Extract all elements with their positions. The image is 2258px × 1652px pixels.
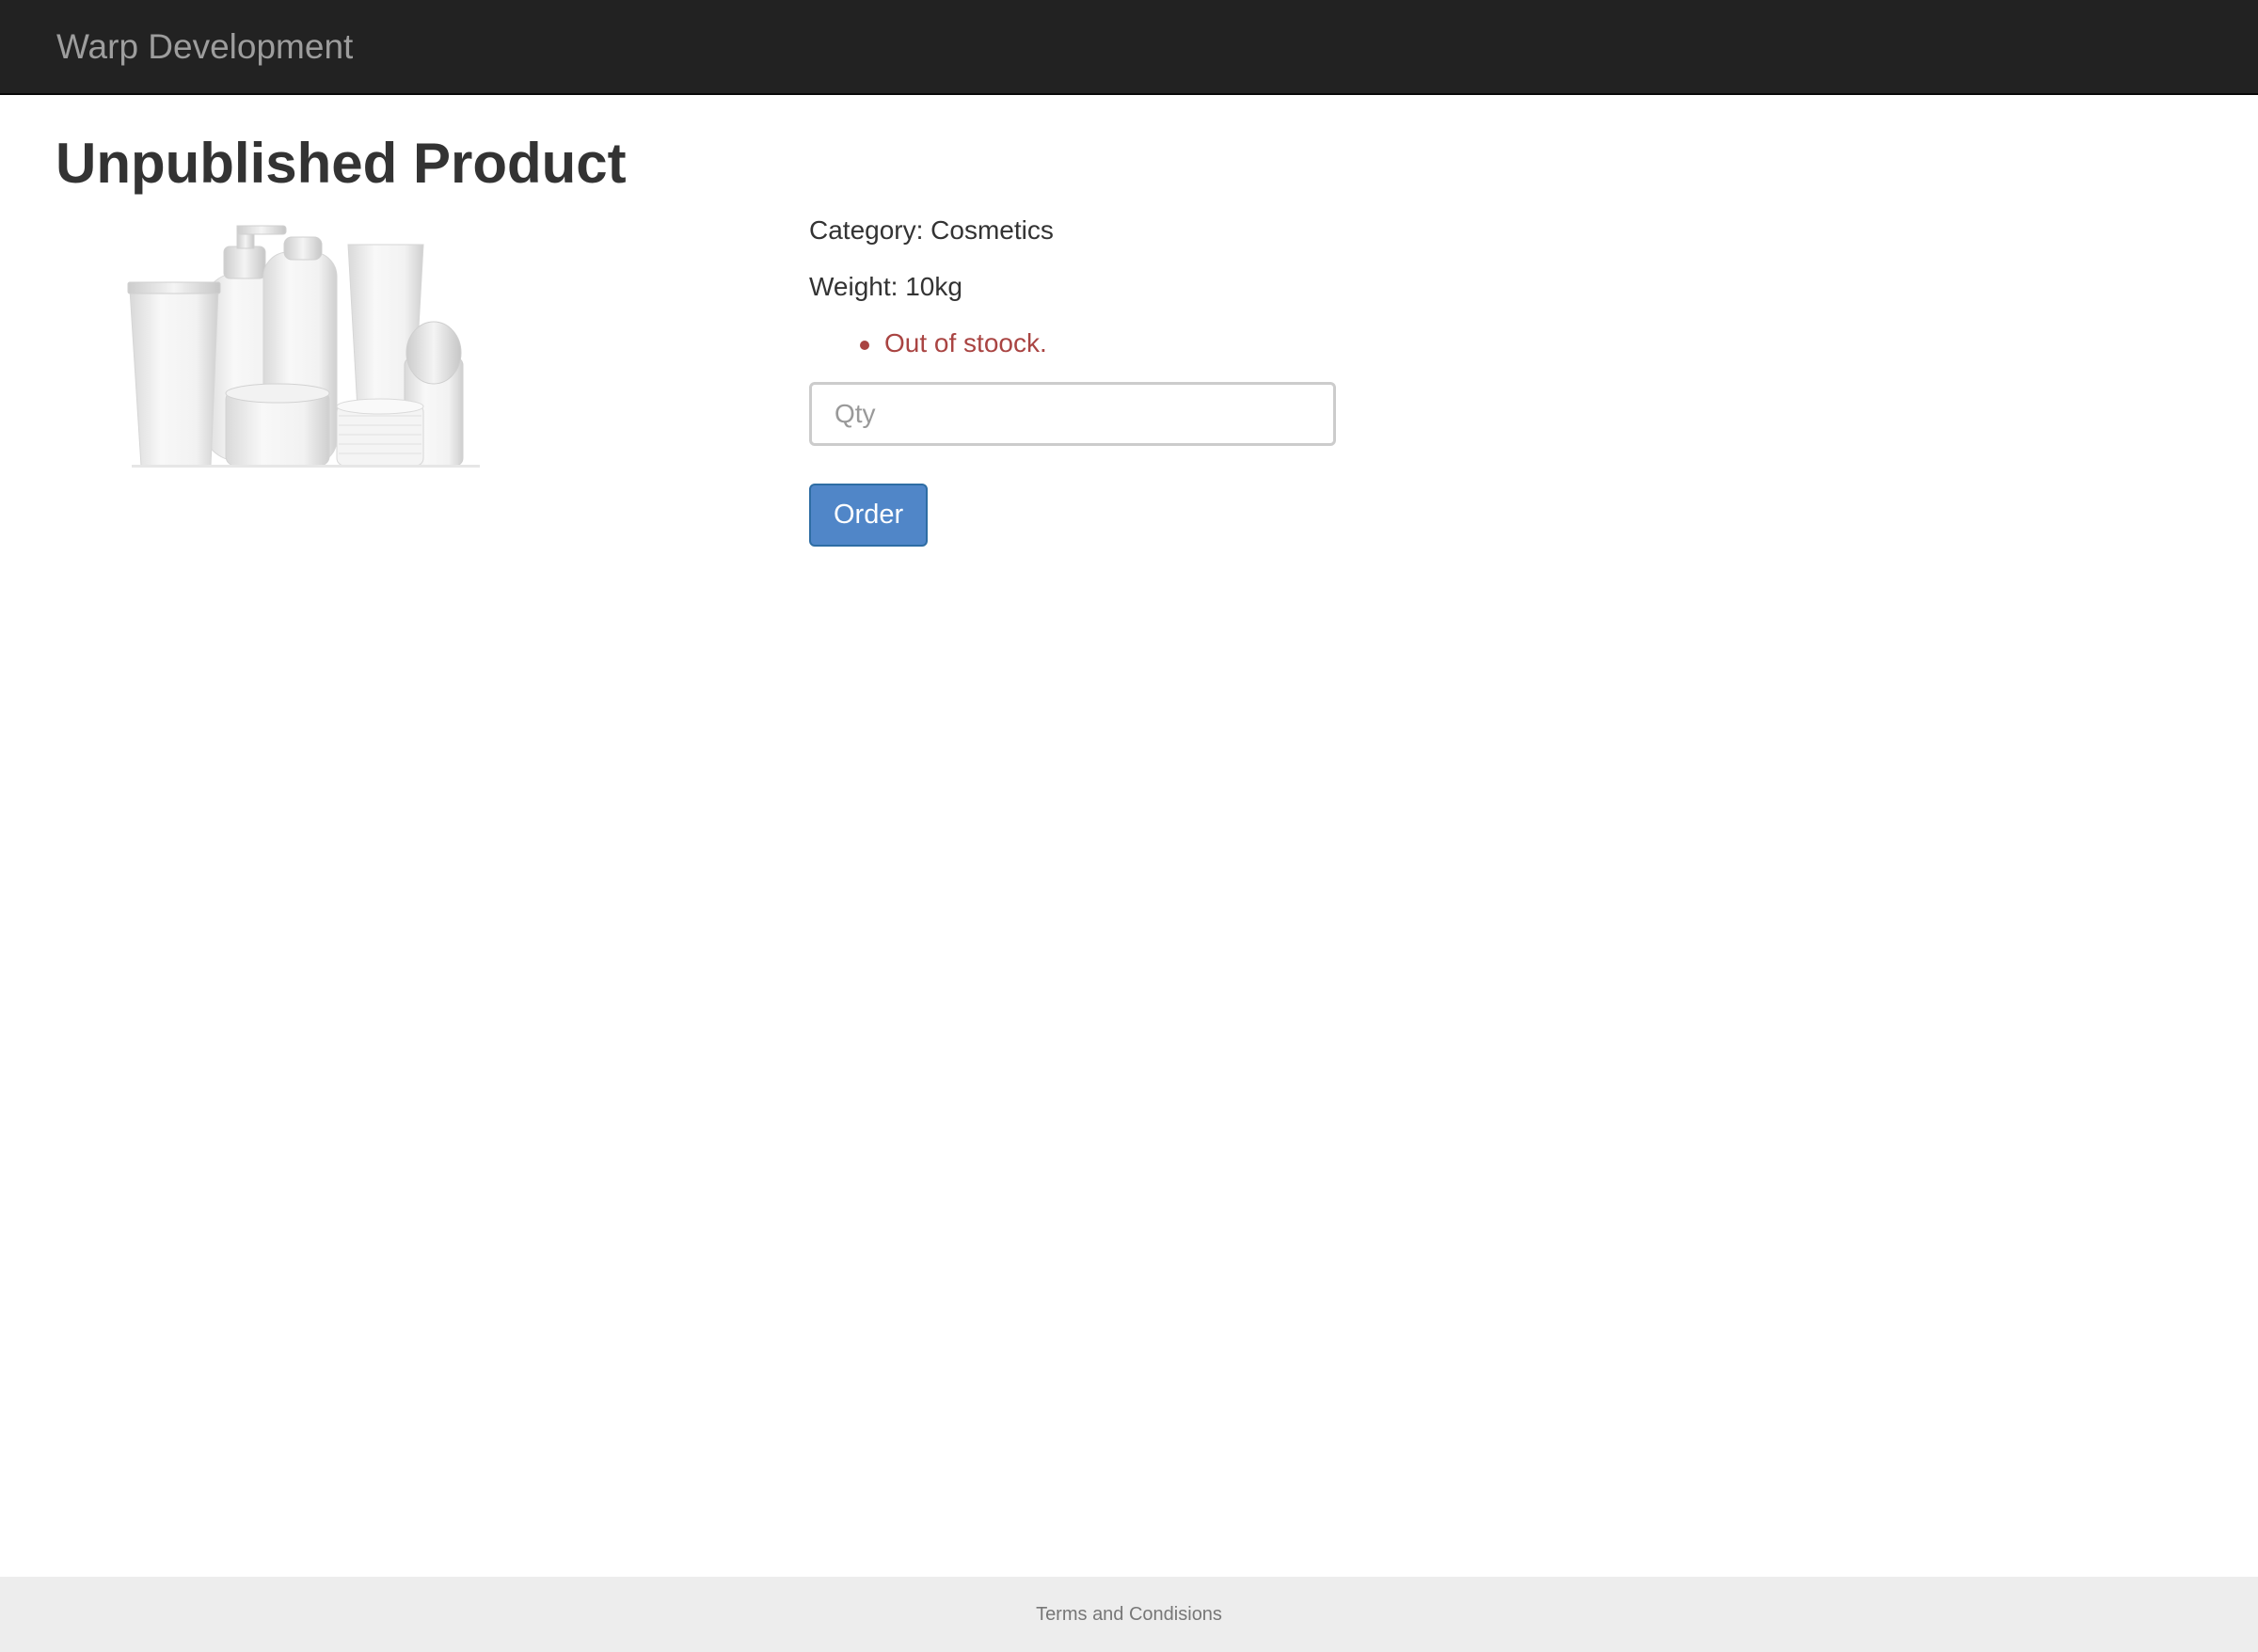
- footer: Terms and Condisions: [0, 1577, 2258, 1652]
- stock-error-list: Out of stoock.: [809, 325, 1047, 362]
- product-image: [113, 216, 489, 475]
- product-weight: Weight: 10kg: [809, 272, 962, 301]
- page-title: Unpublished Product: [56, 132, 627, 195]
- stock-error-item: Out of stoock.: [860, 325, 1047, 362]
- product-category: Category: Cosmetics: [809, 215, 1054, 245]
- cosmetics-bottles-illustration: [127, 225, 480, 468]
- stock-error-text: Out of stoock.: [884, 328, 1047, 357]
- qty-input[interactable]: [809, 382, 1336, 446]
- brand-link[interactable]: Warp Development: [56, 25, 353, 69]
- order-button[interactable]: Order: [809, 484, 929, 547]
- terms-link[interactable]: Terms and Condisions: [0, 1601, 2258, 1628]
- bullet-icon: [860, 341, 869, 350]
- top-navbar: Warp Development: [0, 0, 2258, 95]
